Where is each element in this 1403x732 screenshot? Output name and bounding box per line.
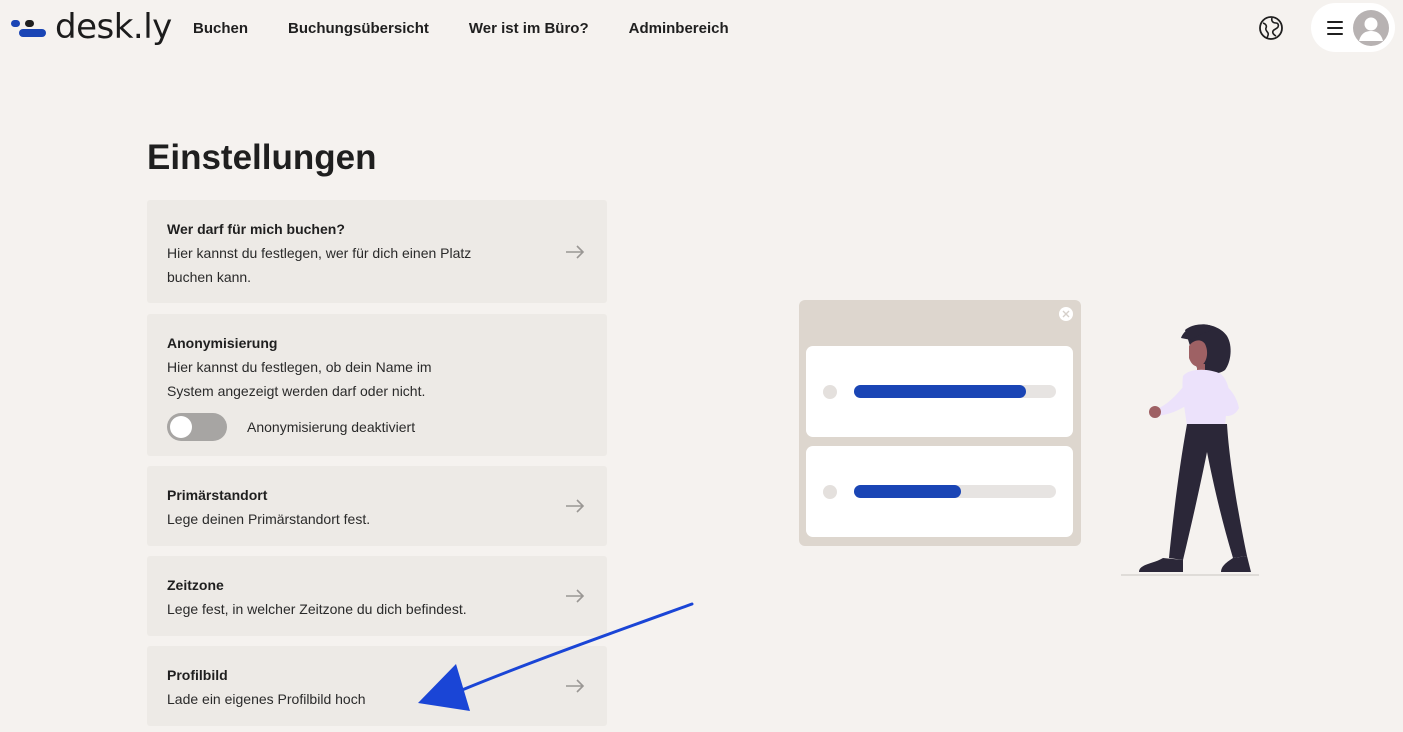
illustration-progress-track [854, 485, 1056, 498]
arrow-right-icon [566, 679, 585, 693]
nav-item-buchen[interactable]: Buchen [193, 20, 248, 37]
illustration-progress-card [806, 446, 1073, 537]
toggle-label: Anonymisierung deaktiviert [247, 419, 416, 435]
page-title: Einstellungen [147, 138, 377, 177]
main-navigation: Buchen Buchungsübersicht Wer ist im Büro… [193, 0, 769, 56]
card-title: Anonymisierung [167, 335, 278, 351]
arrow-right-icon [566, 589, 585, 603]
card-title: Zeitzone [167, 577, 224, 593]
brand-name: desk.ly [55, 7, 172, 47]
card-description: Lade ein eigenes Profilbild hoch [167, 691, 366, 707]
settings-card-primary-location[interactable]: Primärstandort Lege deinen Primärstandor… [147, 466, 607, 546]
card-description: Hier kannst du festlegen, ob dein Name i… [167, 359, 432, 399]
globe-icon[interactable] [1258, 15, 1284, 41]
anonymization-toggle-row: Anonymisierung deaktiviert [167, 413, 587, 441]
nav-item-wer-ist-im-buero[interactable]: Wer ist im Büro? [469, 20, 589, 37]
card-description: Hier kannst du festlegen, wer für dich e… [167, 245, 472, 285]
card-title: Profilbild [167, 667, 228, 683]
settings-card-booking-permission[interactable]: Wer darf für mich buchen? Hier kannst du… [147, 200, 607, 303]
desk-ly-logo[interactable]: desk.ly [11, 4, 172, 50]
toggle-knob [170, 416, 192, 438]
nav-item-buchungsuebersicht[interactable]: Buchungsübersicht [288, 20, 429, 37]
hamburger-icon [1327, 21, 1343, 35]
settings-card-profile-picture[interactable]: Profilbild Lade ein eigenes Profilbild h… [147, 646, 607, 726]
card-description: Lege deinen Primärstandort fest. [167, 511, 371, 527]
user-menu-button[interactable] [1311, 3, 1395, 52]
logo-mark-icon [11, 16, 49, 38]
card-description: Lege fest, in welcher Zeitzone du dich b… [167, 601, 467, 617]
illustration-progress-card [806, 346, 1073, 437]
user-avatar-icon [1353, 10, 1389, 46]
nav-item-adminbereich[interactable]: Adminbereich [629, 20, 729, 37]
arrow-right-icon [566, 499, 585, 513]
anonymization-toggle[interactable] [167, 413, 227, 441]
arrow-right-icon [566, 245, 585, 259]
card-title: Wer darf für mich buchen? [167, 221, 345, 237]
settings-illustration-panel [799, 300, 1081, 546]
illustration-progress-track [854, 385, 1056, 398]
illustration-dot [823, 385, 837, 399]
top-navigation-bar: desk.ly Buchen Buchungsübersicht Wer ist… [0, 0, 1403, 56]
settings-card-anonymization: Anonymisierung Hier kannst du festlegen,… [147, 314, 607, 456]
illustration-dot [823, 485, 837, 499]
card-title: Primärstandort [167, 487, 268, 503]
close-icon [1059, 307, 1073, 321]
illustration-progress-fill [854, 385, 1026, 398]
walking-woman-illustration [1121, 324, 1259, 576]
illustration-progress-fill [854, 485, 962, 498]
settings-card-timezone[interactable]: Zeitzone Lege fest, in welcher Zeitzone … [147, 556, 607, 636]
